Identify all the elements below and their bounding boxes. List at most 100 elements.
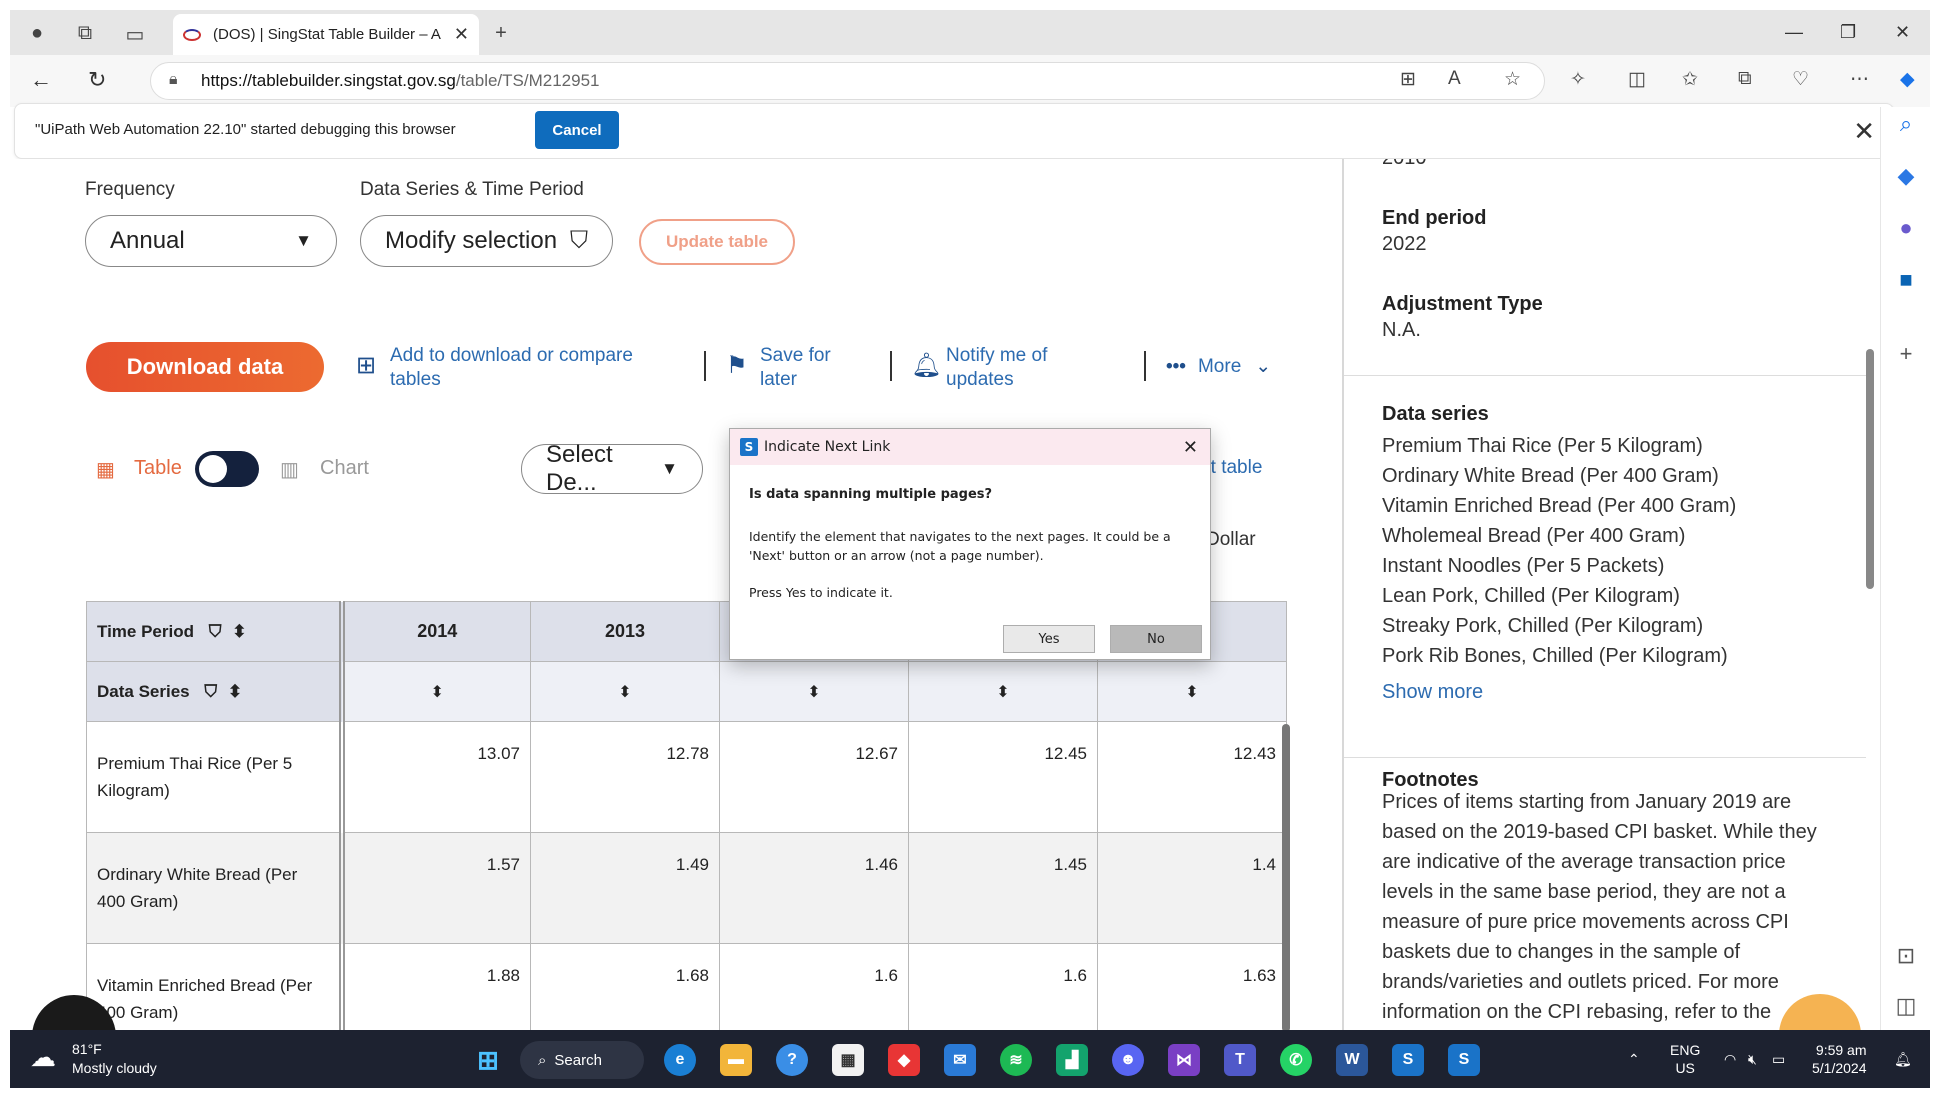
table-cell: 12.67: [719, 721, 909, 833]
filter-icon[interactable]: ⛉: [209, 622, 222, 641]
sort-icon[interactable]: ⬍: [228, 682, 242, 701]
refresh-icon[interactable]: ↻: [88, 67, 106, 93]
add-to-download-link[interactable]: Add to download or compare tables: [390, 344, 633, 392]
outlook-icon[interactable]: ■: [1893, 267, 1919, 293]
sort-icon[interactable]: ⬍: [1097, 661, 1287, 722]
split-screen-icon[interactable]: ◫: [1628, 68, 1646, 91]
battery-icon[interactable]: ▭: [1772, 1050, 1785, 1068]
uipath-logo-icon: S: [740, 438, 758, 456]
table-cell: 12.45: [908, 721, 1098, 833]
notifications-bell-icon[interactable]: 🔔︎: [1894, 1050, 1912, 1068]
app-red-icon[interactable]: ◆: [888, 1044, 920, 1076]
show-hidden-icons[interactable]: ⌃: [1628, 1050, 1640, 1068]
weather-icon[interactable]: ☁: [30, 1042, 56, 1073]
list-item: Premium Thai Rice (Per 5 Kilogram): [1382, 435, 1703, 457]
discord-icon[interactable]: ☻: [1112, 1044, 1144, 1076]
read-aloud-icon[interactable]: A: [1448, 68, 1461, 90]
sort-icon[interactable]: ⬍: [341, 661, 531, 722]
clock[interactable]: 9:59 am 5/1/2024: [1812, 1041, 1867, 1077]
list-item: Lean Pork, Chilled (Per Kilogram): [1382, 585, 1680, 607]
close-infobar-icon[interactable]: ✕: [1853, 116, 1875, 147]
wifi-icon[interactable]: ◠: [1724, 1050, 1736, 1068]
copilot-sidebar-icon[interactable]: ●: [1893, 215, 1919, 241]
no-button[interactable]: No: [1110, 625, 1202, 653]
visual-studio-icon[interactable]: ⋈: [1168, 1044, 1200, 1076]
cancel-debugging-button[interactable]: Cancel: [535, 111, 619, 149]
lang-region: US: [1675, 1060, 1695, 1076]
settings-more-icon[interactable]: ⋯: [1850, 68, 1869, 91]
add-to-download-label-2: tables: [390, 368, 441, 390]
volume-muted-icon[interactable]: 🔇︎: [1748, 1050, 1757, 1068]
indicate-next-link-dialog: S Indicate Next Link ✕ Is data spanning …: [729, 428, 1211, 660]
page-scrollbar[interactable]: [1866, 349, 1874, 589]
table-cell: 1.46: [719, 832, 909, 944]
minimize-icon[interactable]: —: [1785, 22, 1803, 43]
table-cell: 1.88: [341, 943, 531, 1030]
notify-me-label-2: updates: [946, 368, 1014, 390]
copilot-icon[interactable]: ◆: [1900, 68, 1915, 91]
favorites-icon[interactable]: ✩: [1682, 68, 1698, 91]
workspaces-icon[interactable]: ⧉: [72, 22, 98, 45]
uipath-studio-icon[interactable]: S: [1392, 1044, 1424, 1076]
whatsapp-icon[interactable]: ✆: [1280, 1044, 1312, 1076]
weather-widget[interactable]: 81°F Mostly cloudy: [72, 1040, 157, 1078]
store-icon[interactable]: ▦: [832, 1044, 864, 1076]
row-label-line: 400 Gram): [97, 892, 179, 911]
table-chart-toggle[interactable]: [195, 451, 259, 487]
search-icon[interactable]: ⌕: [1893, 111, 1919, 137]
collections-icon[interactable]: ⧉: [1738, 68, 1752, 90]
favorite-star-icon[interactable]: ☆: [1504, 68, 1521, 91]
extensions-icon[interactable]: ✧: [1570, 68, 1586, 91]
browser-tab[interactable]: (DOS) | SingStat Table Builder – A ✕: [173, 14, 479, 55]
app-available-icon[interactable]: ⊞: [1400, 68, 1416, 91]
help-icon[interactable]: ?: [776, 1044, 808, 1076]
show-more-link[interactable]: Show more: [1382, 677, 1736, 707]
screenshot-icon[interactable]: ⊡: [1893, 943, 1919, 969]
taskbar-search[interactable]: ⌕ Search: [520, 1041, 644, 1079]
update-table-button[interactable]: Update table: [639, 219, 795, 265]
sort-icon[interactable]: ⬍: [719, 661, 909, 722]
download-data-button[interactable]: Download data: [86, 342, 324, 392]
edge-icon[interactable]: e: [664, 1044, 696, 1076]
close-tab-icon[interactable]: ✕: [454, 24, 469, 45]
add-sidebar-app-icon[interactable]: +: [1893, 341, 1919, 367]
sort-icon[interactable]: ⬍: [908, 661, 1098, 722]
chart-view-label[interactable]: Chart: [320, 457, 369, 480]
file-explorer-icon[interactable]: ▬: [720, 1044, 752, 1076]
back-icon[interactable]: ←: [30, 67, 52, 93]
filter-icon: ⛉: [570, 227, 588, 254]
word-icon[interactable]: W: [1336, 1044, 1368, 1076]
row-label-line: Ordinary White Bread (Per: [97, 864, 298, 884]
uipath-assistant-icon[interactable]: S: [1448, 1044, 1480, 1076]
tab-actions-icon[interactable]: ▭: [122, 22, 148, 47]
save-for-later-link[interactable]: Save for later: [760, 344, 831, 392]
notify-me-link[interactable]: Notify me of updates: [946, 344, 1047, 392]
sidebar-toggle-icon[interactable]: ◫: [1893, 993, 1919, 1019]
teams-icon[interactable]: T: [1224, 1044, 1256, 1076]
language-indicator[interactable]: ENG US: [1670, 1041, 1700, 1077]
sort-icon[interactable]: ⬍: [530, 661, 720, 722]
profile-icon[interactable]: ●: [24, 22, 50, 45]
close-window-icon[interactable]: ✕: [1895, 22, 1910, 43]
start-windows-icon[interactable]: ⊞: [472, 1044, 504, 1076]
url-field[interactable]: 🔒︎ https://tablebuilder.singstat.gov.sg /…: [150, 62, 1545, 100]
mail-icon[interactable]: ✉: [944, 1044, 976, 1076]
restore-icon[interactable]: ❐: [1840, 22, 1856, 43]
modify-selection-button[interactable]: Modify selection ⛉: [360, 215, 613, 267]
app-green-icon[interactable]: ▟: [1056, 1044, 1088, 1076]
browser-essentials-icon[interactable]: ♡: [1792, 68, 1809, 91]
weather-desc: Mostly cloudy: [72, 1060, 157, 1076]
table-view-label[interactable]: Table: [134, 457, 182, 480]
more-menu-button[interactable]: ••• More ⌄: [1166, 355, 1271, 379]
sort-icon[interactable]: ⬍: [232, 622, 246, 641]
select-decimal-dropdown[interactable]: Select De... ▼: [521, 441, 703, 496]
frequency-select[interactable]: Annual ▼: [85, 215, 337, 267]
shopping-icon[interactable]: ◆: [1893, 163, 1919, 189]
yes-button[interactable]: Yes: [1003, 625, 1095, 653]
new-tab-icon[interactable]: +: [488, 22, 514, 45]
close-dialog-icon[interactable]: ✕: [1183, 437, 1198, 458]
filter-icon[interactable]: ⛉: [204, 682, 217, 701]
table-scrollbar[interactable]: [1282, 724, 1290, 1030]
spotify-icon[interactable]: ≋: [1000, 1044, 1032, 1076]
more-label: More: [1197, 356, 1242, 377]
